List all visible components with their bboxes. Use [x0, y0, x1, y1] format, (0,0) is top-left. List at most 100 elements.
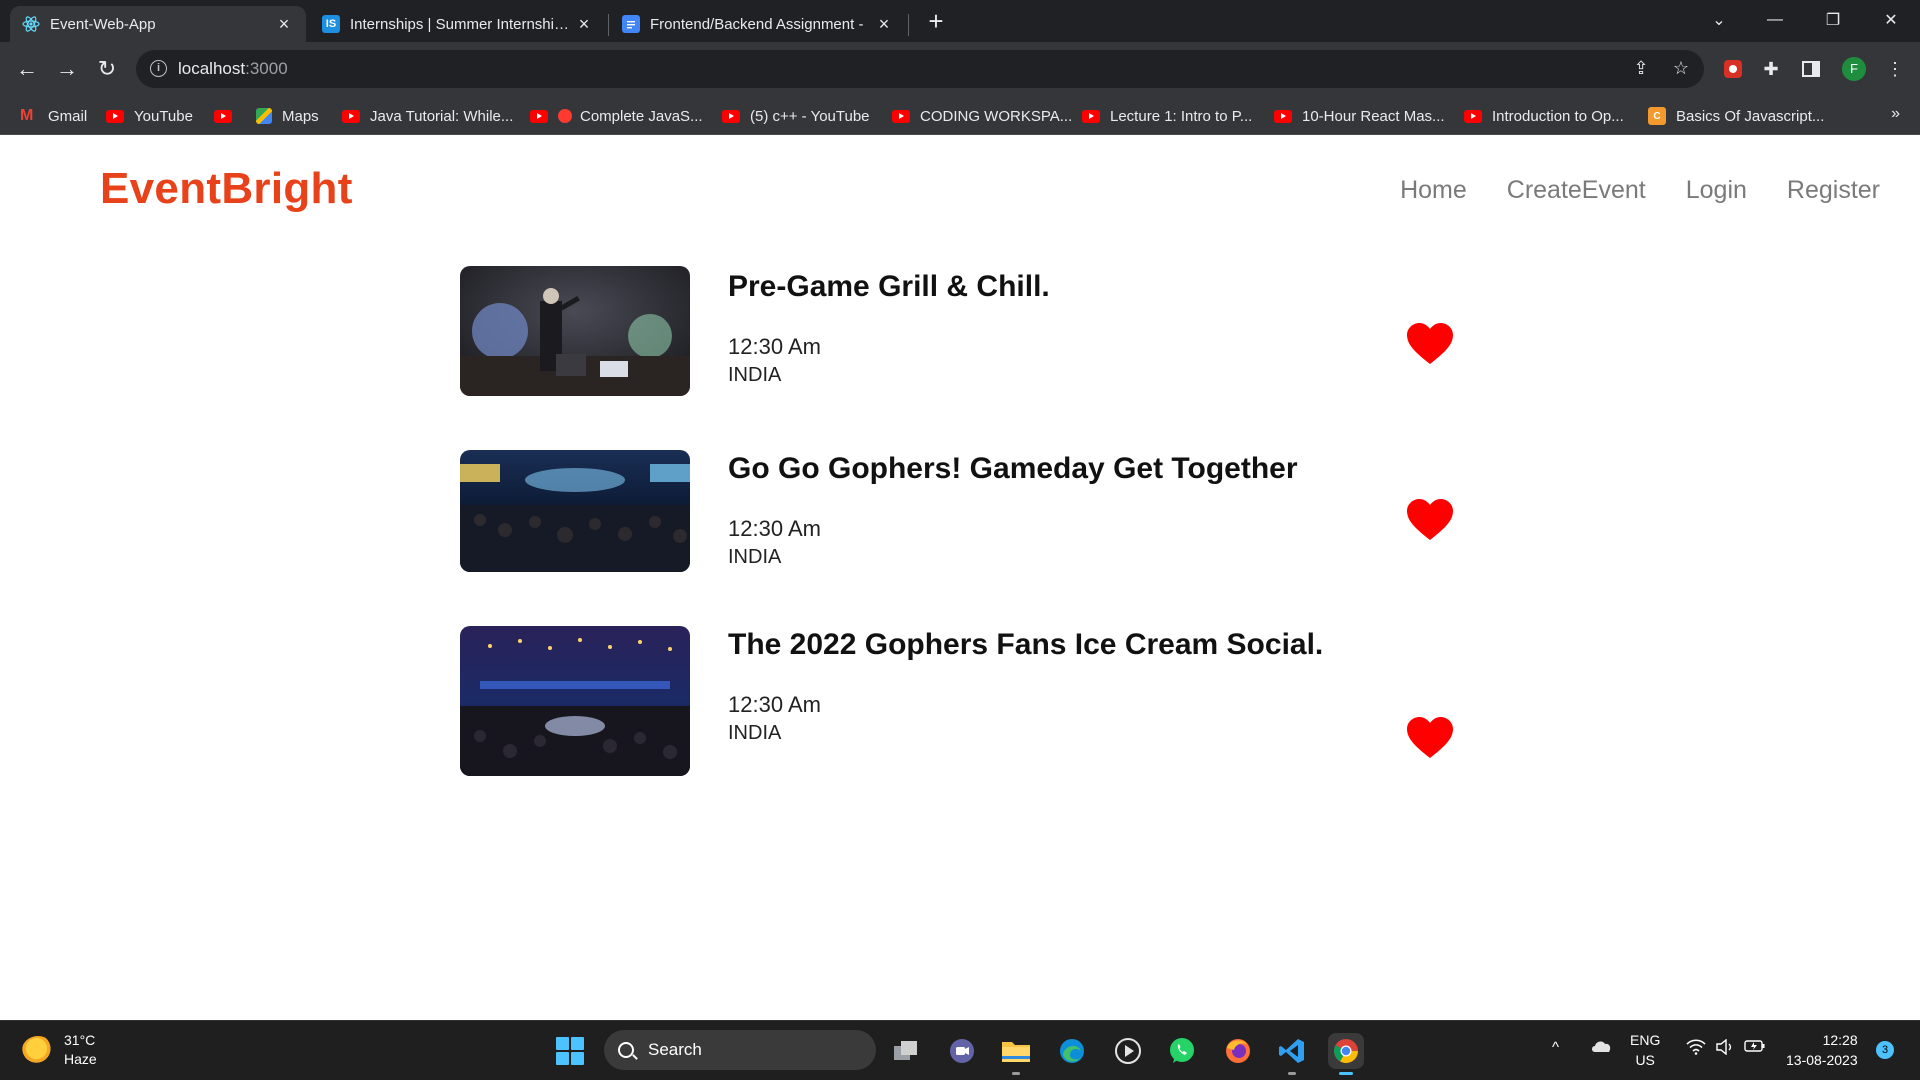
windows-start-icon[interactable] [556, 1037, 584, 1065]
back-button[interactable]: ← [12, 54, 42, 84]
show-hidden-icons-chevron-icon[interactable]: ^ [1552, 1039, 1559, 1056]
vscode-icon[interactable] [1274, 1033, 1310, 1075]
clock-date: 13-08-2023 [1786, 1052, 1858, 1068]
youtube-icon [214, 109, 232, 123]
tab-internships[interactable]: IS Internships | Summer Internship 2 × [310, 6, 606, 42]
profile-avatar[interactable]: F [1842, 57, 1866, 81]
system-clock[interactable]: 12:28 13-08-2023 [1786, 1030, 1858, 1070]
new-tab-button[interactable]: + [922, 6, 950, 36]
youtube-icon [1274, 109, 1292, 123]
tab-assignment[interactable]: Frontend/Backend Assignment - × [610, 6, 906, 42]
search-icon [618, 1042, 634, 1058]
file-explorer-icon[interactable] [998, 1033, 1034, 1075]
whatsapp-icon[interactable] [1164, 1033, 1200, 1069]
youtube-icon [342, 109, 360, 123]
nav-home[interactable]: Home [1400, 176, 1467, 205]
bookmark-coding-workspace[interactable]: CODING WORKSPA... [892, 106, 1072, 126]
youtube-icon [106, 109, 124, 123]
sun-haze-icon [22, 1036, 54, 1064]
teams-chat-icon[interactable] [944, 1033, 980, 1069]
taskbar-search[interactable]: Search [604, 1030, 876, 1070]
event-card: Go Go Gophers! Gameday Get Together 12:3… [460, 450, 1460, 572]
language-indicator[interactable]: ENG US [1630, 1030, 1660, 1070]
youtube-icon [1464, 109, 1482, 123]
weather-condition: Haze [64, 1051, 97, 1067]
google-docs-icon [622, 15, 640, 33]
close-tab-icon[interactable]: × [874, 14, 894, 35]
event-time: 12:30 Am [728, 692, 821, 717]
close-window-button[interactable]: ✕ [1868, 0, 1914, 40]
event-card: Pre-Game Grill & Chill. 12:30 Am INDIA [460, 266, 1460, 396]
event-title[interactable]: The 2022 Gophers Fans Ice Cream Social. [728, 628, 1323, 662]
tab-search-icon[interactable]: ⌄ [1696, 0, 1742, 40]
bookmark-basics-of-javascript[interactable]: C Basics Of Javascript... [1648, 106, 1824, 126]
favorite-heart-icon[interactable] [1406, 716, 1454, 760]
reload-button[interactable]: ↻ [92, 54, 122, 84]
close-tab-icon[interactable]: × [274, 14, 294, 35]
wifi-icon[interactable] [1686, 1039, 1706, 1059]
url-text[interactable]: localhost:3000 [178, 59, 288, 79]
nav-create-event[interactable]: CreateEvent [1507, 176, 1646, 205]
event-image[interactable] [460, 626, 690, 776]
browser-tab-bar: Event-Web-App × IS Internships | Summer … [0, 0, 1920, 42]
event-image[interactable] [460, 266, 690, 396]
forward-button[interactable]: → [52, 54, 82, 84]
notification-badge[interactable]: 3 [1876, 1041, 1894, 1059]
event-title[interactable]: Go Go Gophers! Gameday Get Together [728, 452, 1298, 486]
bookmark-lecture-1[interactable]: Lecture 1: Intro to P... [1082, 106, 1252, 126]
restore-button[interactable]: ❐ [1810, 0, 1856, 40]
site-logo[interactable]: EventBright [100, 164, 353, 214]
battery-charging-icon[interactable] [1744, 1039, 1766, 1057]
edge-browser-icon[interactable] [1054, 1033, 1090, 1069]
bookmark-gmail[interactable]: M Gmail [20, 106, 87, 126]
event-image[interactable] [460, 450, 690, 572]
task-view-icon[interactable] [888, 1033, 924, 1069]
maps-icon [256, 108, 272, 124]
bookmark-maps[interactable]: Maps [256, 106, 319, 126]
page-content: EventBright Home CreateEvent Login Regis… [0, 136, 1920, 1020]
record-dot-icon [558, 109, 572, 123]
internshala-icon: IS [322, 15, 340, 33]
volume-icon[interactable] [1716, 1038, 1734, 1059]
favorite-heart-icon[interactable] [1406, 498, 1454, 542]
extensions-puzzle-icon[interactable]: ✚ [1756, 54, 1786, 84]
bookmark-star-icon[interactable]: ☆ [1670, 58, 1692, 80]
side-panel-icon[interactable] [1796, 54, 1826, 84]
weather-temperature: 31°C [64, 1032, 96, 1048]
tab-separator [908, 14, 909, 36]
share-icon[interactable]: ⇪ [1630, 58, 1652, 80]
tab-title: Internships | Summer Internship 2 [350, 15, 574, 33]
event-card: The 2022 Gophers Fans Ice Cream Social. … [460, 626, 1460, 776]
event-country: INDIA [728, 546, 782, 568]
event-title[interactable]: Pre-Game Grill & Chill. [728, 270, 1050, 304]
bookmark-introduction[interactable]: Introduction to Op... [1464, 106, 1624, 126]
bookmark-java-tutorial[interactable]: Java Tutorial: While... [342, 106, 513, 126]
tab-event-web-app[interactable]: Event-Web-App × [10, 6, 306, 42]
address-bar[interactable]: i localhost:3000 ⇪ ☆ [136, 50, 1704, 88]
bookmark-complete-javascript[interactable]: Complete JavaS... [530, 106, 703, 126]
onedrive-cloud-icon[interactable] [1590, 1039, 1612, 1057]
event-time: 12:30 Am [728, 516, 821, 541]
gmail-icon: M [20, 107, 34, 124]
menu-kebab-icon[interactable]: ⋮ [1880, 54, 1910, 84]
bookmark-youtube[interactable]: YouTube [106, 106, 193, 126]
site-info-icon[interactable]: i [150, 60, 167, 77]
firefox-icon[interactable] [1220, 1033, 1256, 1069]
weather-widget[interactable]: 31°C Haze [22, 1031, 97, 1069]
bookmark-cpp-youtube[interactable]: (5) c++ - YouTube [722, 106, 870, 126]
nav-login[interactable]: Login [1686, 176, 1747, 205]
minimize-button[interactable]: — [1752, 0, 1798, 40]
media-player-icon[interactable] [1110, 1033, 1146, 1069]
nav-register[interactable]: Register [1787, 176, 1880, 205]
more-bookmarks-icon[interactable]: » [1891, 105, 1900, 123]
tab-title: Frontend/Backend Assignment - [650, 15, 864, 33]
event-time: 12:30 Am [728, 334, 821, 359]
youtube-icon [1082, 109, 1100, 123]
chrome-icon[interactable] [1328, 1033, 1364, 1075]
react-icon [22, 15, 40, 33]
bookmark-react-masterclass[interactable]: 10-Hour React Mas... [1274, 106, 1445, 126]
extension-red-icon[interactable] [1718, 54, 1748, 84]
favorite-heart-icon[interactable] [1406, 322, 1454, 366]
close-tab-icon[interactable]: × [574, 14, 594, 35]
bookmark-youtube-icon-only[interactable] [214, 106, 242, 126]
